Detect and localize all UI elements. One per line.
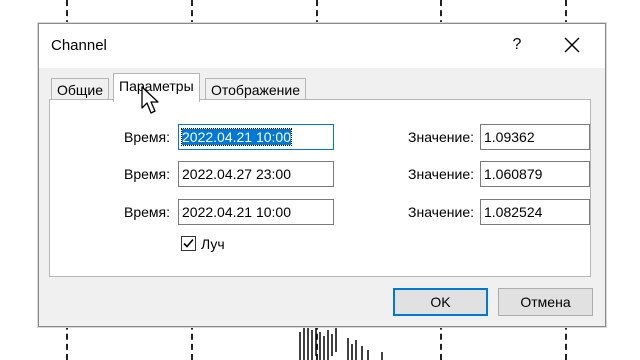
value-field-1[interactable]: 1.09362 — [480, 124, 590, 150]
tab-display[interactable]: Отображение — [205, 78, 307, 101]
time-field-3[interactable]: 2022.04.21 10:00 — [178, 199, 334, 225]
time-value-1: 2022.04.21 10:00 — [181, 128, 292, 146]
ok-button[interactable]: OK — [393, 288, 488, 316]
cancel-button[interactable]: Отмена — [498, 288, 593, 316]
value-field-2[interactable]: 1.060879 — [480, 161, 590, 187]
time-field-1[interactable]: 2022.04.21 10:00 — [178, 124, 334, 150]
value-label: Значение: — [408, 204, 474, 220]
value-field-3[interactable]: 1.082524 — [480, 199, 590, 225]
ray-label[interactable]: Луч — [201, 236, 225, 252]
time-field-2[interactable]: 2022.04.27 23:00 — [178, 161, 334, 187]
time-label: Время: — [123, 166, 170, 182]
help-button[interactable]: ? — [507, 34, 527, 56]
checkmark-icon — [183, 238, 194, 248]
ray-checkbox[interactable] — [181, 236, 196, 251]
parameters-panel: Время: 2022.04.21 10:00 Значение: 1.0936… — [49, 99, 591, 277]
title-bar[interactable]: Channel ? — [39, 24, 605, 68]
channel-dialog: Channel ? Общие Параметры Отображение Вр… — [38, 23, 606, 327]
window-title: Channel — [51, 37, 107, 54]
value-label: Значение: — [408, 129, 474, 145]
chart-candles — [299, 326, 383, 360]
close-button[interactable] — [559, 32, 585, 58]
mouse-pointer-icon — [141, 86, 159, 114]
tab-general[interactable]: Общие — [51, 78, 110, 101]
time-label: Время: — [123, 204, 170, 220]
value-label: Значение: — [408, 166, 474, 182]
close-icon — [564, 37, 580, 53]
time-label: Время: — [123, 129, 170, 145]
